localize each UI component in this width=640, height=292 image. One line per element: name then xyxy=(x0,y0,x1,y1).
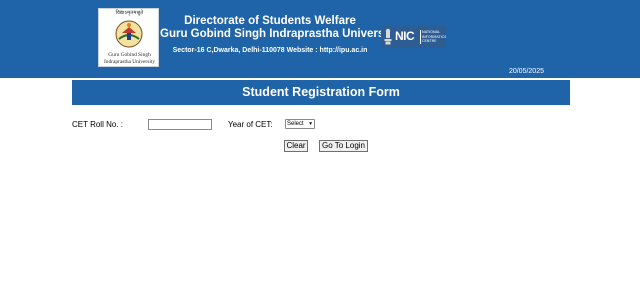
nic-logo: NIC NATIONAL INFORMATICS CENTRE xyxy=(381,26,446,48)
university-emblem-icon xyxy=(115,20,143,48)
form-heading: Student Registration Form xyxy=(72,80,570,105)
nic-divider xyxy=(420,30,421,44)
header-title-university: Guru Gobind Singh Indraprastha Universit… xyxy=(160,28,398,40)
logo-motto: विद्याऽमृतमश्नुते xyxy=(115,10,144,16)
year-of-cet-select[interactable]: Select ▾ xyxy=(285,119,315,129)
national-emblem-icon xyxy=(384,28,392,45)
cet-roll-input[interactable] xyxy=(148,119,212,130)
year-select-value: Select xyxy=(287,121,304,127)
header-title-directorate: Directorate of Students Welfare xyxy=(184,15,356,27)
nic-short-name: NIC xyxy=(395,29,415,43)
go-to-login-button[interactable]: Go To Login xyxy=(319,140,368,152)
page-header: विद्याऽमृतमश्नुते Guru Gobind Singh Indr… xyxy=(0,0,640,78)
logo-line-2: Indraprastha University xyxy=(103,59,156,65)
year-of-cet-label: Year of CET: xyxy=(228,120,273,129)
current-date: 20/05/2025 xyxy=(508,68,544,75)
university-logo: विद्याऽमृतमश्नुते Guru Gobind Singh Indr… xyxy=(98,8,159,67)
clear-button[interactable]: Clear xyxy=(284,140,308,152)
header-address: Sector-16 C,Dwarka, Delhi-110078 Website… xyxy=(172,47,368,54)
nic-full-name: NATIONAL INFORMATICS CENTRE xyxy=(422,30,447,43)
chevron-down-icon: ▾ xyxy=(309,121,312,127)
cet-roll-label: CET Roll No. : xyxy=(72,120,123,129)
logo-line-1: Guru Gobind Singh xyxy=(108,52,151,58)
